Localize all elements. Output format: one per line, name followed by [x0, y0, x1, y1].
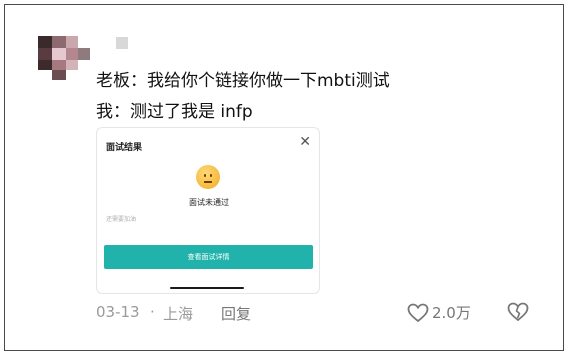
- result-text: 面试未通过: [189, 198, 229, 207]
- like-count: 2.0万: [432, 304, 471, 322]
- hint-text: 还需要加油: [106, 216, 137, 223]
- broken-heart-icon: [507, 302, 529, 322]
- avatar[interactable]: [38, 36, 90, 80]
- comment-date: 03-13: [96, 303, 140, 321]
- meta-separator: ·: [150, 303, 155, 321]
- comment-location: 上海: [163, 305, 194, 323]
- sad-face-emoji-icon: [196, 165, 220, 189]
- heart-icon: [407, 303, 429, 322]
- dislike-button[interactable]: [507, 302, 529, 326]
- home-indicator-bar: [170, 287, 244, 289]
- card-title: 面试结果: [106, 143, 143, 153]
- reply-button[interactable]: 回复: [221, 303, 251, 324]
- username-placeholder[interactable]: [116, 37, 128, 49]
- view-details-button[interactable]: 查看面试详情: [104, 245, 313, 269]
- comment-text-line-1: 老板：我给你个链接你做一下mbti测试: [96, 71, 390, 91]
- interview-result-card[interactable]: 面试结果 ✕ 面试未通过 还需要加油 查看面试详情: [96, 127, 320, 294]
- comment-text-line-2: 我：测过了我是 infp: [96, 102, 253, 122]
- close-icon[interactable]: ✕: [299, 135, 311, 149]
- like-button[interactable]: 2.0万: [407, 302, 471, 323]
